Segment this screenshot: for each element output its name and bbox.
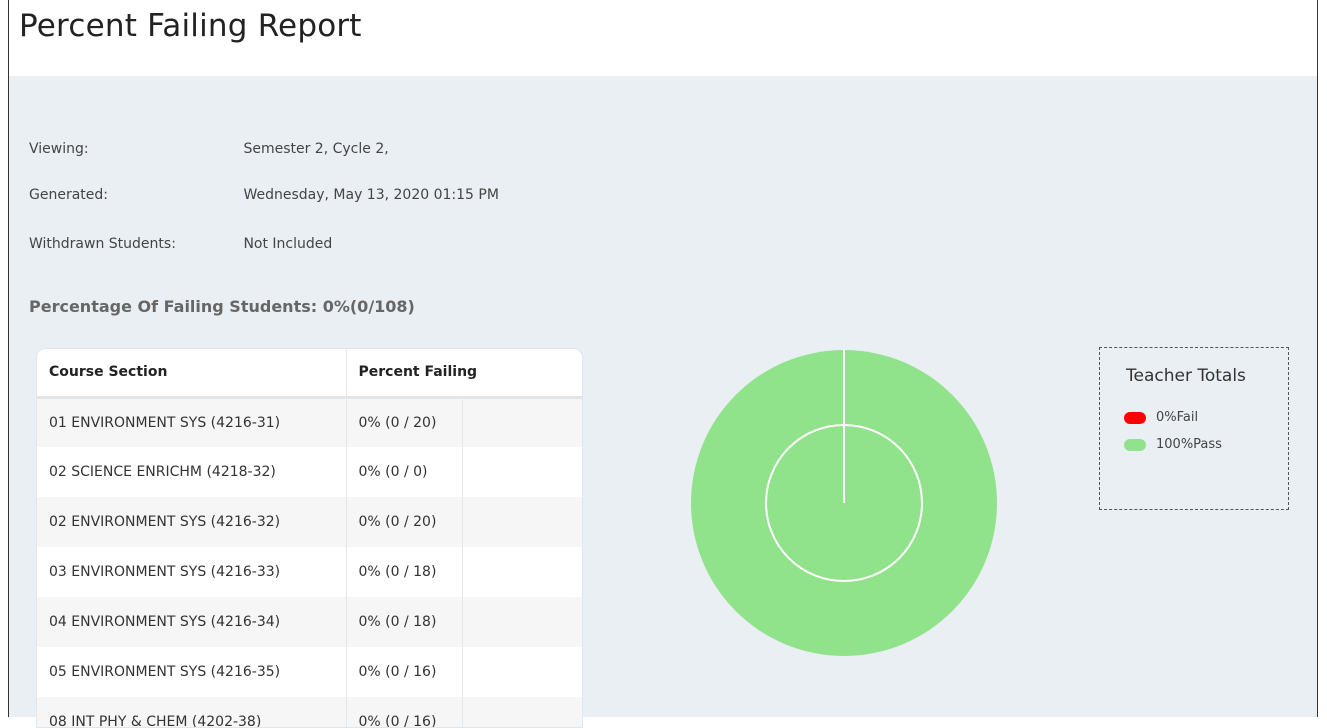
header-course-section[interactable]: Course Section (37, 349, 347, 399)
fail-swatch-icon (1124, 411, 1146, 424)
pie-chart-svg (691, 350, 997, 656)
course-section-cell: 02 ENVIRONMENT SYS (4216-32) (37, 497, 347, 547)
empty-cell (462, 447, 582, 497)
table-row: 02 SCIENCE ENRICHM (4218-32) 0% (0 / 0) (37, 447, 582, 497)
legend-title: Teacher Totals (1126, 366, 1246, 386)
failing-summary: Percentage Of Failing Students: 0%(0/108… (29, 297, 415, 316)
empty-cell (462, 697, 582, 727)
table-row: 04 ENVIRONMENT SYS (4216-34) 0% (0 / 18) (37, 597, 582, 647)
course-section-cell: 03 ENVIRONMENT SYS (4216-33) (37, 547, 347, 597)
generated-label: Generated: (29, 187, 108, 203)
chart-legend: Teacher Totals 0%Fail 100%Pass (1099, 347, 1289, 510)
teacher-totals-chart (689, 348, 999, 658)
empty-cell (462, 597, 582, 647)
pass-swatch-icon (1124, 438, 1146, 451)
report-frame: Percent Failing Report Viewing: Semester… (8, 0, 1318, 728)
table-row: 02 ENVIRONMENT SYS (4216-32) 0% (0 / 20) (37, 497, 582, 547)
percent-failing-cell: 0% (0 / 16) (346, 647, 463, 697)
viewing-label: Viewing: (29, 141, 89, 157)
header-percent-failing[interactable]: Percent Failing (346, 349, 582, 399)
report-content: Viewing: Semester 2, Cycle 2, Generated:… (9, 76, 1317, 728)
table-row: 05 ENVIRONMENT SYS (4216-35) 0% (0 / 16) (37, 647, 582, 697)
legend-label-pass: 100%Pass (1156, 437, 1222, 452)
generated-value: Wednesday, May 13, 2020 01:15 PM (243, 187, 499, 203)
table-row: 03 ENVIRONMENT SYS (4216-33) 0% (0 / 18) (37, 547, 582, 597)
page-title: Percent Failing Report (19, 8, 362, 44)
legend-item-fail[interactable]: 0%Fail (1124, 410, 1198, 425)
course-table: Course Section Percent Failing 01 ENVIRO… (37, 349, 582, 727)
withdrawn-label: Withdrawn Students: (29, 236, 176, 252)
withdrawn-value: Not Included (243, 236, 333, 252)
course-section-cell: 08 INT PHY & CHEM (4202-38) (37, 697, 347, 727)
course-section-cell: 05 ENVIRONMENT SYS (4216-35) (37, 647, 347, 697)
viewing-value: Semester 2, Cycle 2, (243, 141, 389, 157)
table-row: 01 ENVIRONMENT SYS (4216-31) 0% (0 / 20) (37, 397, 582, 447)
title-bar: Percent Failing Report (9, 0, 1317, 76)
legend-item-pass[interactable]: 100%Pass (1124, 437, 1222, 452)
viewing-row: Viewing: Semester 2, Cycle 2, (29, 141, 389, 157)
percent-failing-cell: 0% (0 / 0) (346, 447, 463, 497)
generated-row: Generated: Wednesday, May 13, 2020 01:15… (29, 187, 499, 203)
table-row: 08 INT PHY & CHEM (4202-38) 0% (0 / 16) (37, 697, 582, 727)
course-section-cell: 01 ENVIRONMENT SYS (4216-31) (37, 397, 347, 447)
percent-failing-cell: 0% (0 / 16) (346, 697, 463, 727)
empty-cell (462, 547, 582, 597)
table-header-row: Course Section Percent Failing (37, 349, 582, 399)
percent-failing-cell: 0% (0 / 18) (346, 547, 463, 597)
withdrawn-row: Withdrawn Students: Not Included (29, 236, 332, 252)
course-table-card: Course Section Percent Failing 01 ENVIRO… (36, 348, 583, 728)
course-section-cell: 02 SCIENCE ENRICHM (4218-32) (37, 447, 347, 497)
percent-failing-cell: 0% (0 / 20) (346, 497, 463, 547)
course-section-cell: 04 ENVIRONMENT SYS (4216-34) (37, 597, 347, 647)
percent-failing-cell: 0% (0 / 18) (346, 597, 463, 647)
empty-cell (462, 647, 582, 697)
empty-cell (462, 397, 582, 447)
percent-failing-cell: 0% (0 / 20) (346, 397, 463, 447)
empty-cell (462, 497, 582, 547)
legend-label-fail: 0%Fail (1156, 410, 1199, 425)
